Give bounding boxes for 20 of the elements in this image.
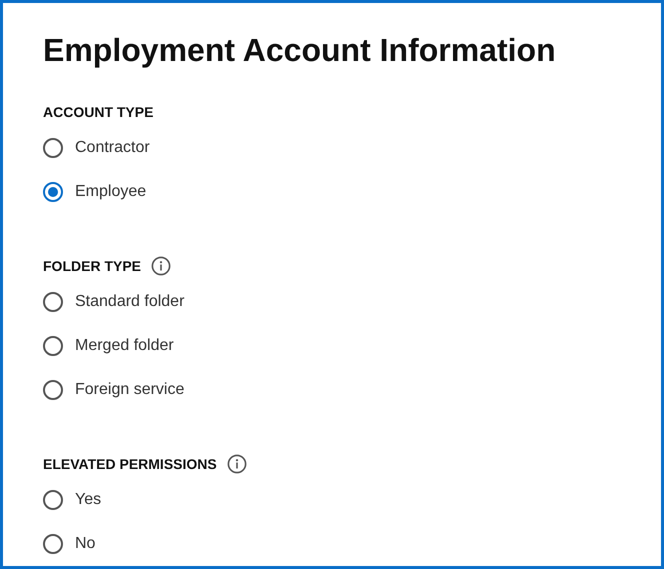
option-label[interactable]: Foreign service (75, 381, 184, 399)
page-title: Employment Account Information (43, 31, 556, 70)
option-label[interactable]: Yes (75, 491, 102, 509)
section-label: ACCOUNT TYPE (43, 104, 154, 120)
radio-button[interactable] (43, 490, 63, 510)
option-label[interactable]: Contractor (75, 139, 150, 157)
option-label[interactable]: Standard folder (75, 293, 184, 311)
radio-button[interactable] (43, 138, 63, 158)
section-label: FOLDER TYPE (43, 258, 142, 274)
option-label[interactable]: Employee (75, 183, 146, 201)
option-label[interactable]: Merged folder (75, 337, 174, 355)
radio-button[interactable] (43, 182, 63, 202)
section-label: ELEVATED PERMISSIONS (43, 456, 217, 472)
info-icon[interactable] (151, 256, 172, 276)
radio-button[interactable] (43, 534, 63, 554)
radio-button[interactable] (43, 380, 63, 400)
radio-button[interactable] (43, 336, 63, 356)
option-label[interactable]: No (75, 535, 96, 553)
info-icon[interactable] (226, 454, 247, 474)
radio-button[interactable] (43, 292, 63, 312)
